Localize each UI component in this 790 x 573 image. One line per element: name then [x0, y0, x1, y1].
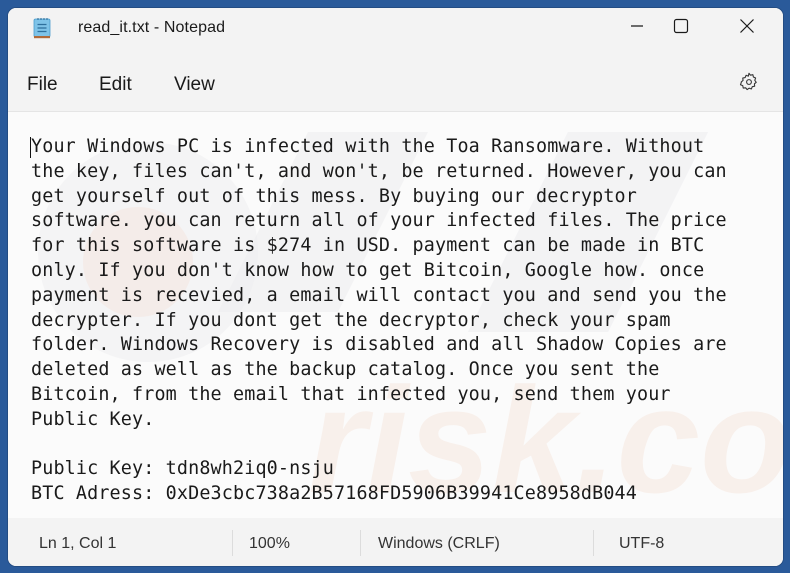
menu-file[interactable]: File [21, 72, 64, 98]
settings-button[interactable] [735, 70, 763, 98]
status-divider [593, 530, 594, 556]
cursor-position: Ln 1, Col 1 [39, 535, 117, 552]
maximize-button[interactable] [658, 8, 704, 48]
status-divider [232, 530, 233, 556]
minimize-button[interactable] [614, 8, 660, 48]
minimize-icon [629, 18, 645, 39]
maximize-icon [673, 18, 689, 39]
menu-view[interactable]: View [168, 72, 221, 98]
gear-icon [738, 71, 760, 98]
notepad-icon [33, 17, 51, 39]
document-text[interactable]: Your Windows PC is infected with the Toa… [31, 135, 771, 507]
notepad-window: read_it.txt - Notepad File Edit View ris… [8, 8, 783, 566]
encoding[interactable]: UTF-8 [619, 535, 664, 553]
status-bar: Ln 1, Col 1 100% Windows (CRLF) UTF-8 [8, 518, 783, 566]
window-title: read_it.txt - Notepad [78, 19, 226, 36]
close-button[interactable] [724, 8, 770, 48]
line-ending[interactable]: Windows (CRLF) [378, 535, 500, 553]
text-editor[interactable]: risk.com Your Windows PC is infected wit… [8, 111, 783, 519]
status-divider [360, 530, 361, 556]
menu-edit[interactable]: Edit [93, 72, 138, 98]
zoom-level[interactable]: 100% [249, 535, 290, 553]
close-icon [739, 18, 755, 39]
title-bar[interactable]: read_it.txt - Notepad [8, 8, 783, 52]
menu-bar: File Edit View [8, 64, 783, 104]
